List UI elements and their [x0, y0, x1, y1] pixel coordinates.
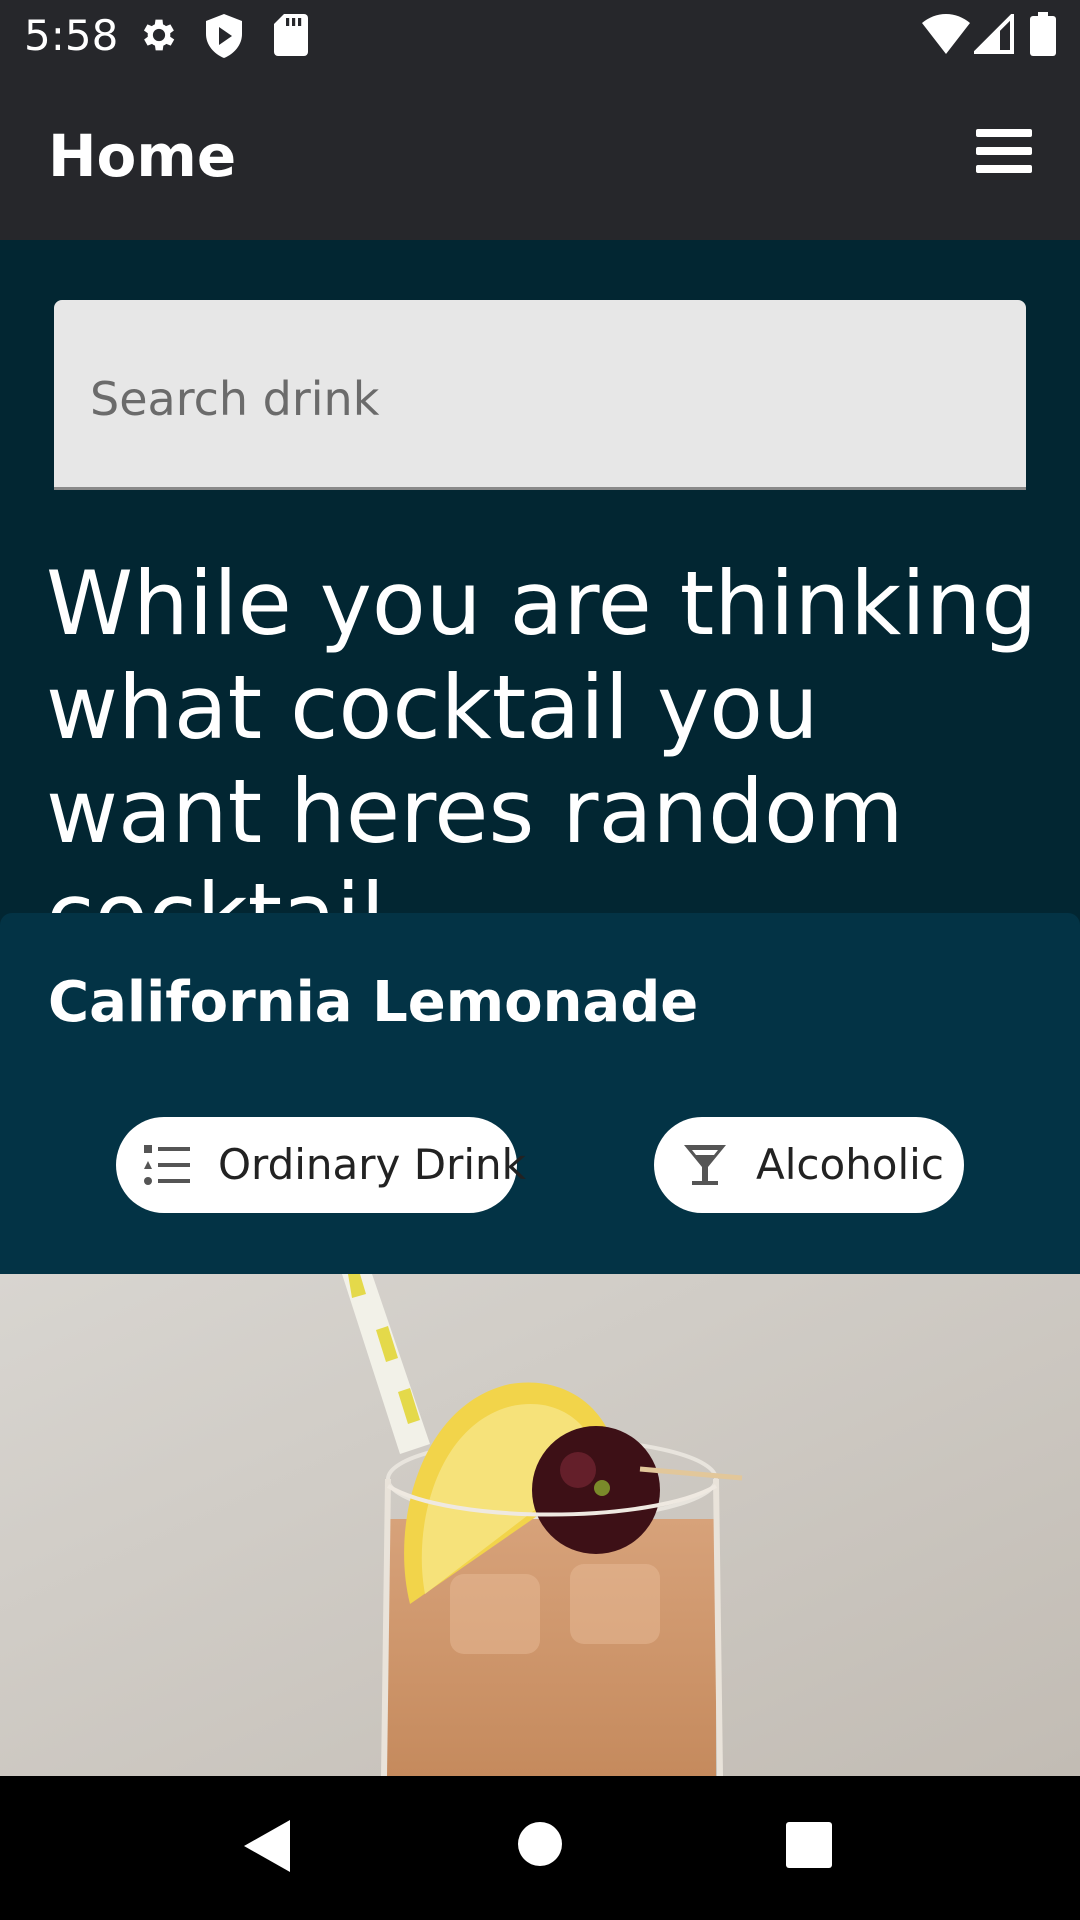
main-content: While you are thinking what cocktail you…: [0, 240, 1080, 1776]
cocktail-image[interactable]: [0, 1274, 1080, 1776]
sd-card-icon: [274, 14, 308, 56]
list-icon: [144, 1143, 190, 1187]
app-title: Home: [48, 122, 237, 190]
system-nav-bar: [0, 1776, 1080, 1920]
settings-icon: [138, 14, 180, 56]
app-bar: Home: [0, 72, 1080, 240]
search-input[interactable]: [90, 364, 970, 434]
recents-icon[interactable]: [786, 1822, 832, 1868]
cellular-signal-icon: [974, 14, 1014, 54]
shield-play-icon: [204, 14, 244, 58]
alcoholic-chip-label: Alcoholic: [756, 1140, 944, 1189]
random-cocktail-card[interactable]: California Lemonade Ordinary Drink Alcoh…: [0, 913, 1080, 1776]
home-icon[interactable]: [518, 1822, 562, 1866]
intro-text: While you are thinking what cocktail you…: [46, 552, 1038, 967]
cocktail-name: California Lemonade: [48, 970, 699, 1035]
status-bar: 5:58: [0, 0, 1080, 72]
hamburger-menu-icon[interactable]: [970, 116, 1040, 186]
alcoholic-chip[interactable]: Alcoholic: [654, 1117, 964, 1213]
cocktail-glass-icon: [682, 1143, 728, 1187]
back-icon[interactable]: [244, 1820, 290, 1872]
category-chip-label: Ordinary Drink: [218, 1140, 526, 1189]
category-chip[interactable]: Ordinary Drink: [116, 1117, 526, 1213]
wifi-icon: [922, 14, 970, 54]
battery-icon: [1030, 12, 1056, 56]
status-time: 5:58: [24, 11, 119, 60]
search-field[interactable]: [54, 300, 1026, 490]
